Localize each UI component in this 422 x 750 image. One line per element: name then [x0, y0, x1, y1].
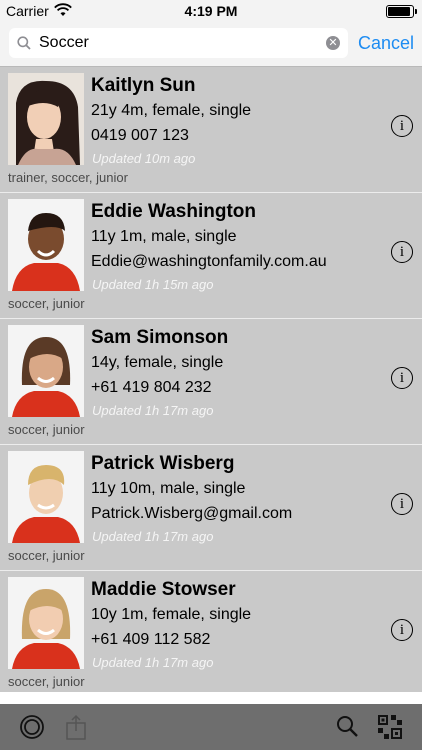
updated-time: Updated 10m ago — [92, 151, 196, 166]
status-bar: Carrier 4:19 PM — [0, 0, 422, 22]
search-field[interactable]: ✕ — [9, 28, 348, 58]
updated-time: Updated 1h 17m ago — [92, 529, 214, 544]
contact-tags: soccer, junior — [8, 296, 85, 311]
contact-tags: soccer, junior — [8, 548, 85, 563]
info-icon[interactable]: i — [391, 241, 413, 263]
contact-name: Sam Simonson — [91, 327, 229, 348]
contact-row[interactable]: Patrick Wisberg 11y 10m, male, single Pa… — [0, 445, 422, 571]
contact-row[interactable]: Sam Simonson 14y, female, single +61 419… — [0, 319, 422, 445]
search-icon — [17, 36, 31, 50]
clear-search-icon[interactable]: ✕ — [326, 36, 340, 50]
contact-row[interactable]: Maddie Stowser 10y 1m, female, single +6… — [0, 571, 422, 697]
contact-phone: +61 419 804 232 — [91, 379, 212, 396]
info-icon[interactable]: i — [391, 619, 413, 641]
search-input[interactable] — [39, 28, 329, 58]
info-icon[interactable]: i — [391, 115, 413, 137]
search-icon[interactable] — [335, 714, 361, 740]
contact-email: Eddie@washingtonfamily.com.au — [91, 253, 327, 270]
updated-time: Updated 1h 17m ago — [92, 403, 214, 418]
contact-tags: soccer, junior — [8, 674, 85, 689]
contact-tags: soccer, junior — [8, 422, 85, 437]
rings-icon[interactable] — [19, 714, 45, 740]
list-footer — [0, 692, 422, 704]
contact-list: Kaitlyn Sun 21y 4m, female, single 0419 … — [0, 67, 422, 697]
battery-icon — [386, 5, 417, 18]
contact-name: Kaitlyn Sun — [91, 75, 196, 96]
contact-row[interactable]: Eddie Washington 11y 1m, male, single Ed… — [0, 193, 422, 319]
contact-details: 11y 10m, male, single — [91, 480, 246, 497]
contact-photo — [8, 577, 84, 669]
cancel-button[interactable]: Cancel — [358, 33, 414, 54]
contact-name: Maddie Stowser — [91, 579, 236, 600]
contact-details: 11y 1m, male, single — [91, 228, 237, 245]
updated-time: Updated 1h 15m ago — [92, 277, 214, 292]
contact-details: 21y 4m, female, single — [91, 102, 252, 119]
bottom-toolbar — [0, 704, 422, 750]
contact-photo — [8, 325, 84, 417]
contact-photo — [8, 73, 84, 165]
contact-details: 10y 1m, female, single — [91, 606, 252, 623]
contact-email: Patrick.Wisberg@gmail.com — [91, 505, 293, 522]
contact-row[interactable]: Kaitlyn Sun 21y 4m, female, single 0419 … — [0, 67, 422, 193]
contact-photo — [8, 451, 84, 543]
contact-details: 14y, female, single — [91, 354, 224, 371]
info-icon[interactable]: i — [391, 493, 413, 515]
contact-phone: 0419 007 123 — [91, 127, 189, 144]
qr-grid-icon[interactable] — [377, 714, 403, 740]
contact-name: Eddie Washington — [91, 201, 257, 222]
contact-phone: +61 409 112 582 — [91, 631, 211, 648]
contact-tags: trainer, soccer, junior — [8, 170, 128, 185]
search-bar: ✕ Cancel — [0, 22, 422, 67]
contact-name: Patrick Wisberg — [91, 453, 235, 474]
info-icon[interactable]: i — [391, 367, 413, 389]
clock: 4:19 PM — [184, 3, 238, 19]
contact-photo — [8, 199, 84, 291]
updated-time: Updated 1h 17m ago — [92, 655, 214, 670]
share-icon[interactable] — [63, 714, 89, 740]
